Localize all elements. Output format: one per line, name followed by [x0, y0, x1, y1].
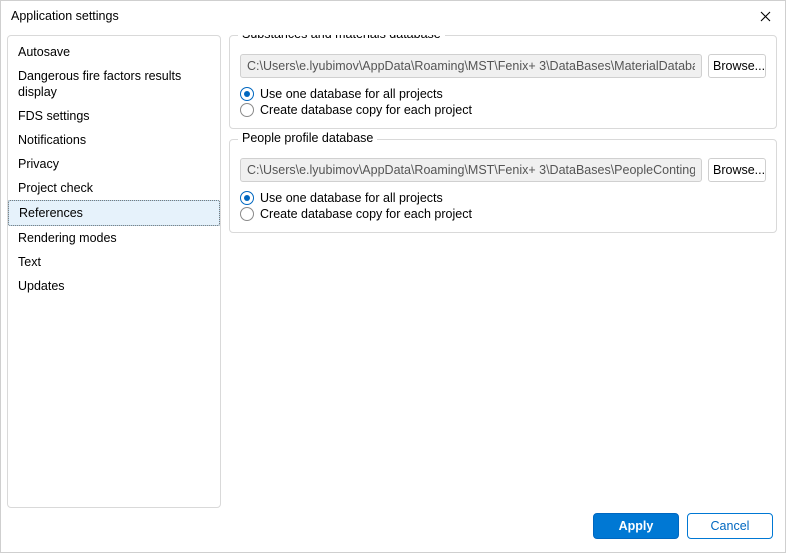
close-button[interactable]: [751, 4, 779, 28]
radio-label: Use one database for all projects: [260, 87, 443, 101]
sidebar-item-dangerous-fire-factors[interactable]: Dangerous fire factors results display: [8, 64, 220, 104]
close-icon: [760, 11, 771, 22]
sidebar-item-project-check[interactable]: Project check: [8, 176, 220, 200]
apply-button[interactable]: Apply: [593, 513, 679, 539]
materials-radio-use-one[interactable]: Use one database for all projects: [240, 86, 766, 102]
group-people-database: People profile database Browse... Use on…: [229, 139, 777, 233]
dialog-footer: Apply Cancel: [1, 508, 785, 552]
sidebar-item-label: FDS settings: [18, 109, 90, 123]
sidebar-item-label: Privacy: [18, 157, 59, 171]
radio-icon: [240, 103, 254, 117]
radio-icon: [240, 207, 254, 221]
path-row: Browse...: [240, 158, 766, 182]
window-title: Application settings: [11, 9, 751, 23]
people-path-input[interactable]: [240, 158, 702, 182]
sidebar-item-privacy[interactable]: Privacy: [8, 152, 220, 176]
radio-label: Use one database for all projects: [260, 191, 443, 205]
sidebar-item-notifications[interactable]: Notifications: [8, 128, 220, 152]
settings-window: Application settings Autosave Dangerous …: [0, 0, 786, 553]
materials-browse-button[interactable]: Browse...: [708, 54, 766, 78]
materials-path-input[interactable]: [240, 54, 702, 78]
sidebar-item-autosave[interactable]: Autosave: [8, 40, 220, 64]
group-title: Substances and materials database: [238, 35, 445, 41]
group-materials-database: Substances and materials database Browse…: [229, 35, 777, 129]
materials-radio-create-copy[interactable]: Create database copy for each project: [240, 102, 766, 118]
radio-label: Create database copy for each project: [260, 103, 472, 117]
radio-label: Create database copy for each project: [260, 207, 472, 221]
dialog-body: Autosave Dangerous fire factors results …: [1, 31, 785, 508]
radio-icon: [240, 87, 254, 101]
people-radio-use-one[interactable]: Use one database for all projects: [240, 190, 766, 206]
people-radio-create-copy[interactable]: Create database copy for each project: [240, 206, 766, 222]
cancel-button[interactable]: Cancel: [687, 513, 773, 539]
radio-icon: [240, 191, 254, 205]
sidebar-item-label: Notifications: [18, 133, 86, 147]
sidebar-item-label: Autosave: [18, 45, 70, 59]
sidebar-item-label: Rendering modes: [18, 231, 117, 245]
path-row: Browse...: [240, 54, 766, 78]
content-panel: Substances and materials database Browse…: [227, 35, 779, 508]
sidebar-item-label: Dangerous fire factors results display: [18, 69, 181, 99]
sidebar-item-label: References: [19, 206, 83, 220]
sidebar-item-text[interactable]: Text: [8, 250, 220, 274]
group-title: People profile database: [238, 131, 377, 145]
titlebar: Application settings: [1, 1, 785, 31]
sidebar-item-label: Project check: [18, 181, 93, 195]
sidebar-item-label: Text: [18, 255, 41, 269]
sidebar: Autosave Dangerous fire factors results …: [7, 35, 221, 508]
sidebar-item-rendering-modes[interactable]: Rendering modes: [8, 226, 220, 250]
people-browse-button[interactable]: Browse...: [708, 158, 766, 182]
sidebar-item-references[interactable]: References: [8, 200, 220, 226]
sidebar-item-fds-settings[interactable]: FDS settings: [8, 104, 220, 128]
sidebar-item-updates[interactable]: Updates: [8, 274, 220, 298]
sidebar-item-label: Updates: [18, 279, 65, 293]
